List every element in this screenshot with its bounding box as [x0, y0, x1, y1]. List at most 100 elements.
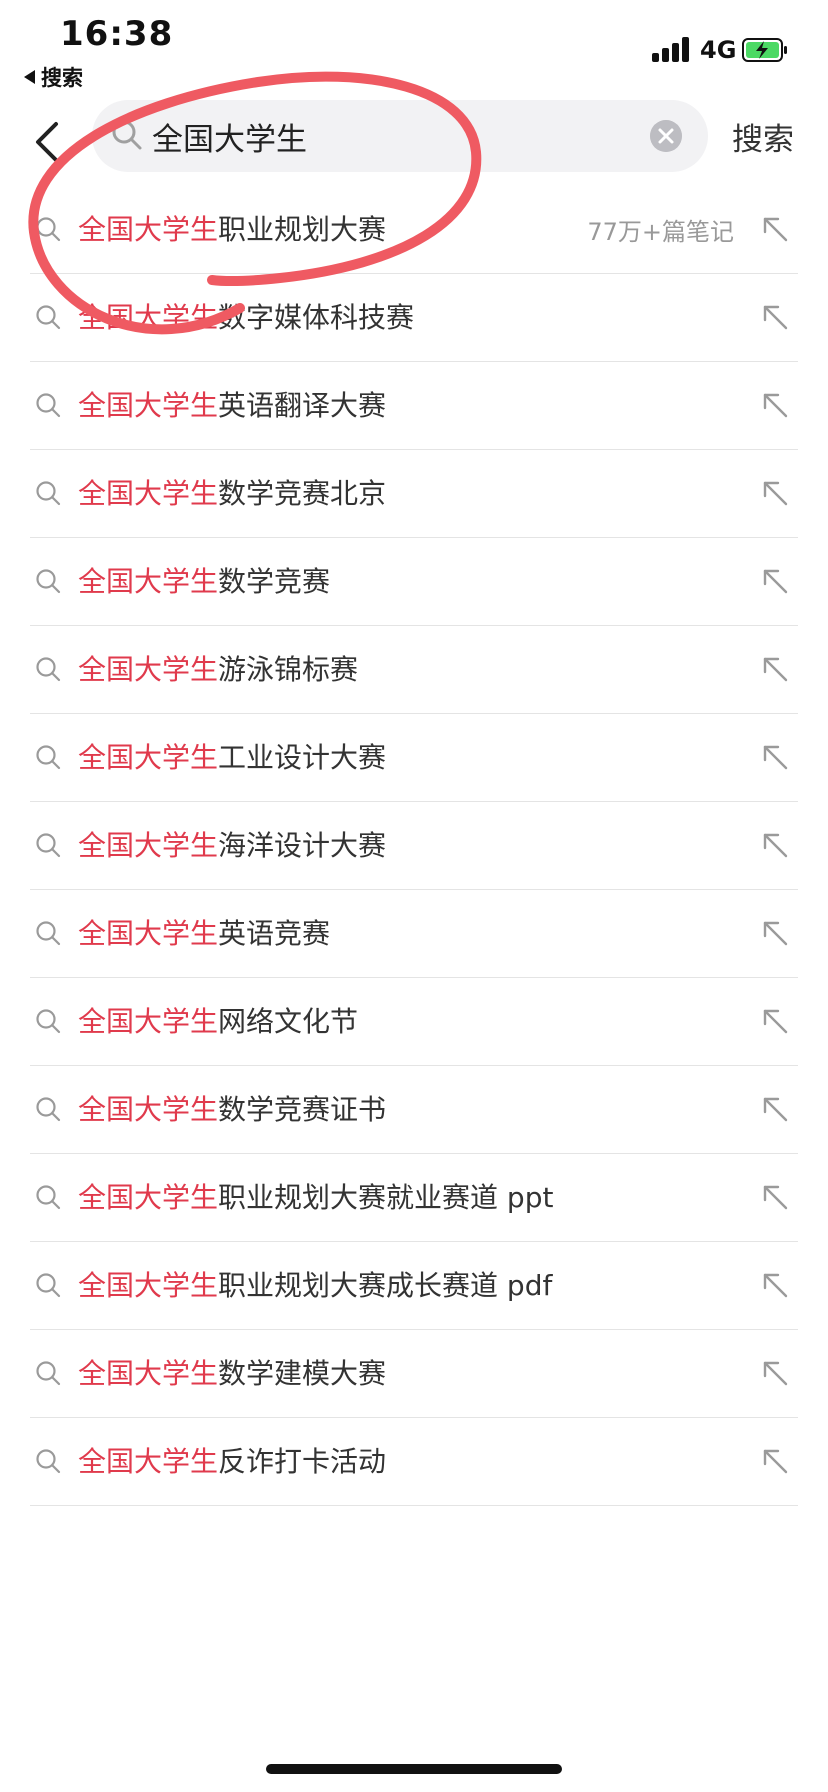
home-indicator: [266, 1764, 562, 1774]
fill-query-arrow-icon[interactable]: [760, 566, 790, 596]
suggestion-text: 全国大学生网络文化节: [78, 1000, 358, 1040]
search-icon: [112, 120, 142, 150]
clear-search-icon[interactable]: [650, 120, 682, 152]
fill-query-arrow-icon[interactable]: [760, 390, 790, 420]
suggestion-rest: 数学竞赛证书: [218, 1093, 387, 1126]
suggestion-highlight: 全国大学生: [78, 1093, 219, 1126]
suggestion-text: 全国大学生数学竞赛证书: [78, 1088, 386, 1128]
suggestion-highlight: 全国大学生: [78, 1181, 219, 1214]
suggestion-text: 全国大学生反诈打卡活动: [78, 1440, 386, 1480]
back-to-app-link[interactable]: 搜索: [24, 62, 83, 92]
suggestion-highlight: 全国大学生: [78, 1445, 219, 1478]
suggestion-text: 全国大学生游泳锦标赛: [78, 648, 358, 688]
search-icon: [36, 921, 61, 946]
search-icon: [36, 1273, 61, 1298]
suggestion-list: 全国大学生职业规划大赛 77万+篇笔记 全国大学生数字媒体科技赛 全国大学生英语翻译大…: [0, 186, 828, 1506]
suggestion-rest: 海洋设计大赛: [218, 829, 387, 862]
suggestion-text: 全国大学生英语竞赛: [78, 912, 330, 952]
status-bar: 16:38 搜索 4G: [0, 0, 828, 100]
suggestion-item[interactable]: 全国大学生职业规划大赛 77万+篇笔记: [30, 186, 798, 274]
suggestion-item[interactable]: 全国大学生数学竞赛北京: [30, 450, 798, 538]
suggestion-highlight: 全国大学生: [78, 1269, 219, 1302]
fill-query-arrow-icon[interactable]: [760, 1446, 790, 1476]
suggestion-item[interactable]: 全国大学生工业设计大赛: [30, 714, 798, 802]
search-icon: [36, 481, 61, 506]
fill-query-arrow-icon[interactable]: [760, 742, 790, 772]
search-button[interactable]: 搜索: [732, 114, 794, 159]
search-icon: [36, 217, 61, 242]
fill-query-arrow-icon[interactable]: [760, 302, 790, 332]
suggestion-highlight: 全国大学生: [78, 1005, 219, 1038]
battery-charging-icon: [742, 38, 787, 62]
search-icon: [36, 1361, 61, 1386]
fill-query-arrow-icon[interactable]: [760, 214, 790, 244]
suggestion-text: 全国大学生数学竞赛北京: [78, 472, 386, 512]
suggestion-highlight: 全国大学生: [78, 301, 219, 334]
suggestion-highlight: 全国大学生: [78, 213, 219, 246]
suggestion-rest: 工业设计大赛: [218, 741, 387, 774]
suggestion-text: 全国大学生职业规划大赛就业赛道 ppt: [78, 1176, 553, 1216]
back-triangle-icon: [24, 70, 35, 84]
suggestion-text: 全国大学生职业规划大赛: [78, 208, 386, 248]
fill-query-arrow-icon[interactable]: [760, 478, 790, 508]
suggestion-item[interactable]: 全国大学生职业规划大赛成长赛道 pdf: [30, 1242, 798, 1330]
suggestion-rest: 网络文化节: [218, 1005, 359, 1038]
fill-query-arrow-icon[interactable]: [760, 1094, 790, 1124]
back-chevron-icon[interactable]: [30, 118, 70, 178]
search-icon: [36, 1097, 61, 1122]
suggestion-item[interactable]: 全国大学生反诈打卡活动: [30, 1418, 798, 1506]
fill-query-arrow-icon[interactable]: [760, 830, 790, 860]
search-icon: [36, 833, 61, 858]
suggestion-item[interactable]: 全国大学生网络文化节: [30, 978, 798, 1066]
search-box[interactable]: [92, 100, 708, 172]
suggestion-highlight: 全国大学生: [78, 829, 219, 862]
search-icon: [36, 1449, 61, 1474]
search-icon: [36, 569, 61, 594]
signal-strength-icon: [652, 36, 692, 62]
fill-query-arrow-icon[interactable]: [760, 1270, 790, 1300]
note-count: 77万+篇笔记: [587, 218, 734, 246]
suggestion-text: 全国大学生海洋设计大赛: [78, 824, 386, 864]
fill-query-arrow-icon[interactable]: [760, 1182, 790, 1212]
fill-query-arrow-icon[interactable]: [760, 1358, 790, 1388]
suggestion-highlight: 全国大学生: [78, 1357, 219, 1390]
suggestion-item[interactable]: 全国大学生数字媒体科技赛: [30, 274, 798, 362]
suggestion-rest: 英语翻译大赛: [218, 389, 387, 422]
search-input[interactable]: [152, 108, 632, 164]
suggestion-item[interactable]: 全国大学生数学竞赛证书: [30, 1066, 798, 1154]
suggestion-rest: 数字媒体科技赛: [218, 301, 415, 334]
suggestion-rest: 职业规划大赛: [218, 213, 387, 246]
search-icon: [36, 393, 61, 418]
suggestion-item[interactable]: 全国大学生游泳锦标赛: [30, 626, 798, 714]
search-icon: [36, 305, 61, 330]
fill-query-arrow-icon[interactable]: [760, 1006, 790, 1036]
suggestion-text: 全国大学生数字媒体科技赛: [78, 296, 414, 336]
suggestion-item[interactable]: 全国大学生海洋设计大赛: [30, 802, 798, 890]
suggestion-rest: 数学竞赛: [218, 565, 331, 598]
suggestion-highlight: 全国大学生: [78, 389, 219, 422]
suggestion-item[interactable]: 全国大学生职业规划大赛就业赛道 ppt: [30, 1154, 798, 1242]
fill-query-arrow-icon[interactable]: [760, 918, 790, 948]
suggestion-text: 全国大学生数学建模大赛: [78, 1352, 386, 1392]
suggestion-rest: 数学竞赛北京: [218, 477, 387, 510]
status-time: 16:38: [60, 14, 174, 54]
suggestion-item[interactable]: 全国大学生数学竞赛: [30, 538, 798, 626]
fill-query-arrow-icon[interactable]: [760, 654, 790, 684]
suggestion-text: 全国大学生英语翻译大赛: [78, 384, 386, 424]
suggestion-item[interactable]: 全国大学生数学建模大赛: [30, 1330, 798, 1418]
suggestion-rest: 游泳锦标赛: [218, 653, 359, 686]
suggestion-highlight: 全国大学生: [78, 917, 219, 950]
suggestion-text: 全国大学生工业设计大赛: [78, 736, 386, 776]
suggestion-highlight: 全国大学生: [78, 565, 219, 598]
suggestion-rest: 职业规划大赛就业赛道 ppt: [218, 1181, 554, 1214]
search-icon: [36, 657, 61, 682]
suggestion-rest: 数学建模大赛: [218, 1357, 387, 1390]
search-icon: [36, 1009, 61, 1034]
suggestion-item[interactable]: 全国大学生英语翻译大赛: [30, 362, 798, 450]
search-icon: [36, 745, 61, 770]
suggestion-highlight: 全国大学生: [78, 653, 219, 686]
suggestion-rest: 职业规划大赛成长赛道 pdf: [218, 1269, 553, 1302]
suggestion-highlight: 全国大学生: [78, 477, 219, 510]
suggestion-text: 全国大学生数学竞赛: [78, 560, 330, 600]
suggestion-item[interactable]: 全国大学生英语竞赛: [30, 890, 798, 978]
